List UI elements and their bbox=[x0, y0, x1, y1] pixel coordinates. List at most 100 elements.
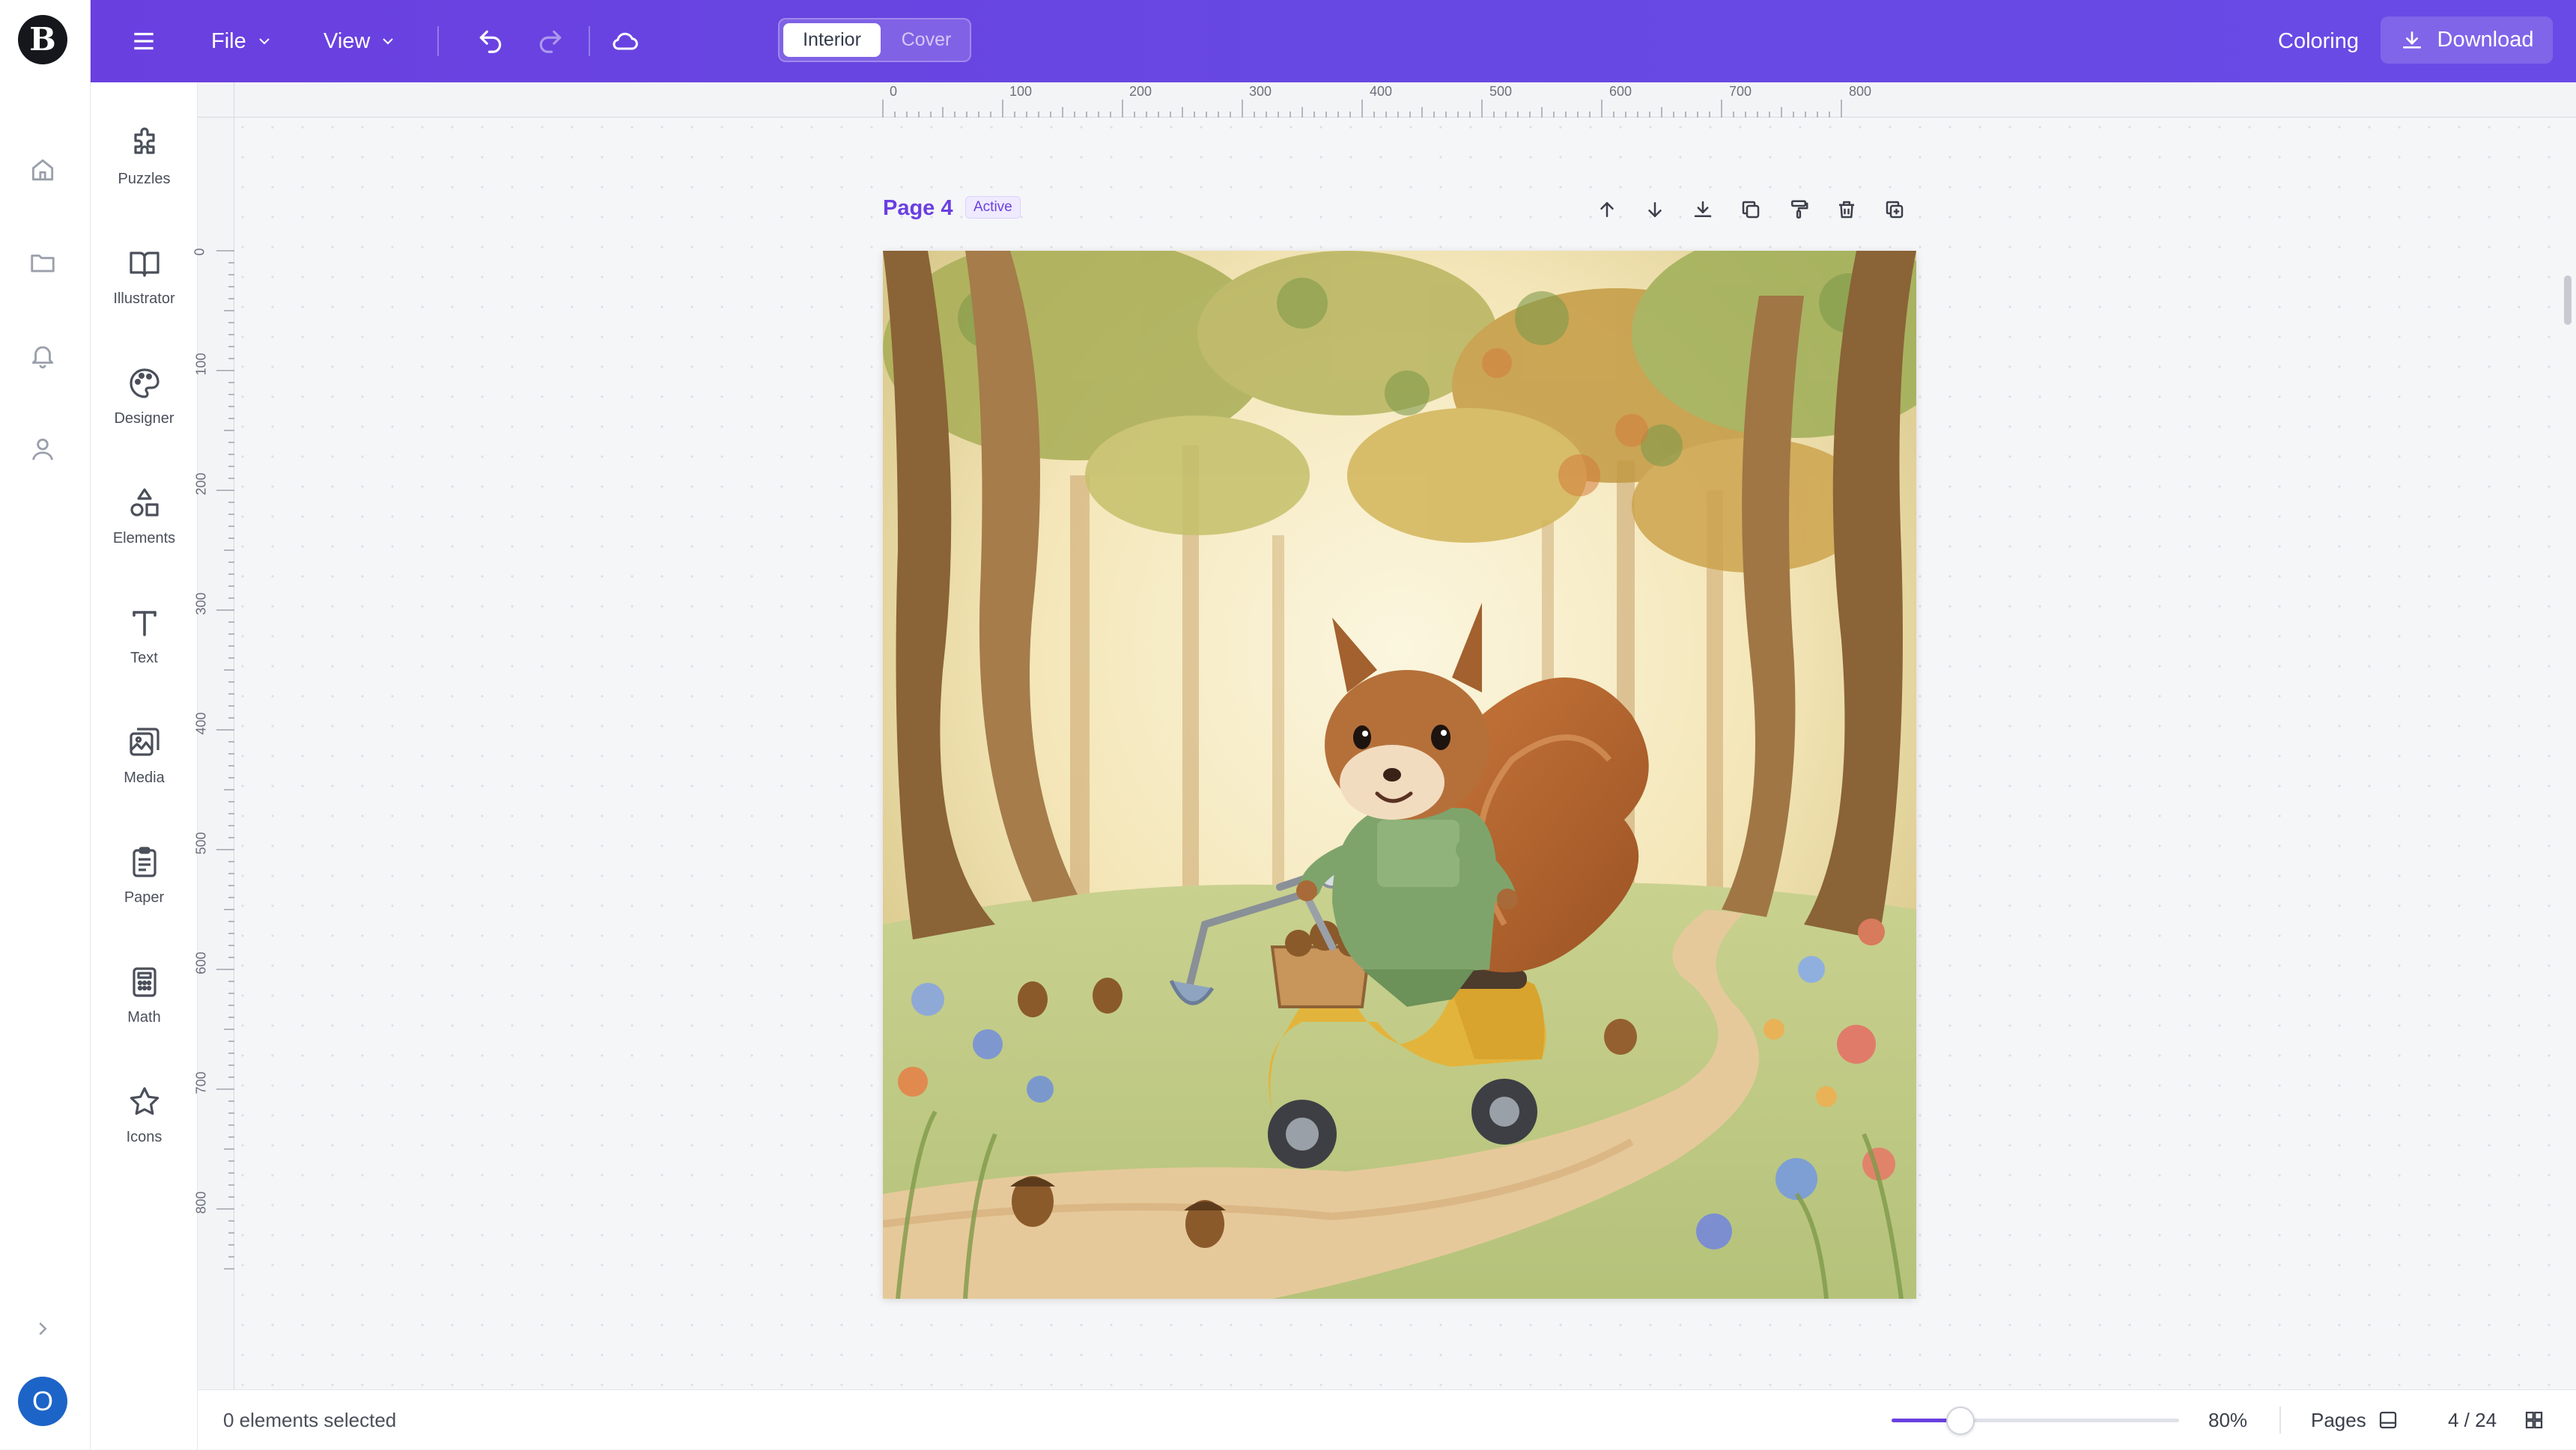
ruler-label: 600 bbox=[1609, 84, 1632, 99]
tool-media-label: Media bbox=[124, 769, 165, 786]
image-gallery-icon bbox=[127, 725, 162, 761]
user-icon bbox=[28, 435, 57, 463]
download-page-button[interactable] bbox=[1686, 193, 1719, 226]
pages-panel-button[interactable]: Pages bbox=[2311, 1390, 2399, 1450]
tool-paper-label: Paper bbox=[124, 889, 165, 906]
squirrel-scooter-illustration[interactable] bbox=[883, 251, 1916, 1299]
cloud-save-button[interactable] bbox=[607, 0, 644, 82]
view-menu[interactable]: View bbox=[323, 0, 397, 82]
clipboard-icon bbox=[127, 844, 162, 880]
ruler-label: 0 bbox=[192, 248, 207, 256]
page-canvas[interactable] bbox=[883, 251, 1916, 1299]
ruler-label: 700 bbox=[193, 1071, 209, 1094]
arrow-down-icon bbox=[1644, 198, 1666, 221]
trash-icon bbox=[1835, 198, 1858, 221]
file-menu-label: File bbox=[211, 28, 246, 53]
redo-icon bbox=[536, 27, 565, 55]
shapes-icon bbox=[127, 485, 162, 521]
tool-text-label: Text bbox=[130, 649, 158, 666]
tab-cover[interactable]: Cover bbox=[884, 23, 968, 57]
delete-page-button[interactable] bbox=[1830, 193, 1863, 226]
tool-puzzles[interactable]: Puzzles bbox=[91, 108, 198, 205]
tool-illustrator[interactable]: Illustrator bbox=[91, 228, 198, 325]
tool-icons-label: Icons bbox=[126, 1128, 162, 1145]
page-title[interactable]: Page 4 bbox=[883, 196, 953, 221]
coloring-mode-button[interactable]: Coloring bbox=[2278, 0, 2359, 82]
download-icon bbox=[1692, 198, 1714, 221]
tool-media[interactable]: Media bbox=[91, 707, 198, 804]
undo-button[interactable] bbox=[472, 0, 509, 82]
menu-button[interactable] bbox=[125, 0, 162, 82]
rail-home-button[interactable] bbox=[24, 151, 61, 189]
tool-sidebar: Puzzles Illustrator Designer Elements Te… bbox=[91, 82, 198, 1449]
tool-icons[interactable]: Icons bbox=[91, 1066, 198, 1163]
download-label: Download bbox=[2437, 28, 2534, 52]
tool-puzzles-label: Puzzles bbox=[118, 170, 171, 187]
add-page-button[interactable] bbox=[1878, 193, 1911, 226]
download-button[interactable]: Download bbox=[2381, 16, 2553, 64]
arrow-up-icon bbox=[1596, 198, 1618, 221]
ruler-label: 400 bbox=[1370, 84, 1393, 99]
ruler-label: 400 bbox=[193, 712, 209, 735]
ruler-label: 800 bbox=[1849, 84, 1872, 99]
ruler-label: 100 bbox=[1009, 84, 1033, 99]
move-page-down-button[interactable] bbox=[1638, 193, 1671, 226]
rail-expand-button[interactable] bbox=[24, 1310, 61, 1347]
selection-count: 0 elements selected bbox=[223, 1409, 397, 1431]
app-logo[interactable]: B bbox=[18, 15, 67, 64]
zoom-slider[interactable] bbox=[1892, 1407, 2179, 1435]
ruler-corner bbox=[198, 82, 234, 118]
grid-view-button[interactable] bbox=[2518, 1404, 2551, 1437]
duplicate-page-button[interactable] bbox=[1734, 193, 1767, 226]
chevron-down-icon bbox=[379, 32, 397, 50]
cloud-icon bbox=[610, 26, 640, 56]
file-menu[interactable]: File bbox=[211, 0, 273, 82]
top-bar: File View Interior Cover Coloring Downlo… bbox=[91, 0, 2576, 82]
vertical-ruler: 0 100 200 300 400 500 600 700 800 bbox=[192, 82, 234, 1389]
tool-designer[interactable]: Designer bbox=[91, 347, 198, 445]
user-avatar[interactable]: O bbox=[18, 1377, 67, 1426]
chevron-down-icon bbox=[255, 32, 273, 50]
tool-math-label: Math bbox=[127, 1008, 161, 1026]
rail-profile-button[interactable] bbox=[24, 430, 61, 468]
ruler-label: 200 bbox=[1129, 84, 1152, 99]
tool-math[interactable]: Math bbox=[91, 946, 198, 1044]
tab-interior[interactable]: Interior bbox=[783, 23, 881, 57]
horizontal-ruler: 0 100 200 300 400 500 600 700 800 bbox=[198, 82, 2576, 118]
chevron-right-icon bbox=[31, 1318, 54, 1340]
hamburger-icon bbox=[130, 27, 158, 55]
calculator-icon bbox=[127, 964, 162, 1000]
book-open-icon bbox=[127, 246, 162, 281]
ruler-label: 500 bbox=[193, 832, 209, 855]
toolbar-divider bbox=[437, 26, 439, 56]
zoom-slider-handle[interactable] bbox=[1946, 1407, 1975, 1435]
move-page-up-button[interactable] bbox=[1591, 193, 1623, 226]
bell-icon bbox=[28, 341, 57, 370]
rail-folders-button[interactable] bbox=[24, 244, 61, 281]
tool-text[interactable]: Text bbox=[91, 587, 198, 684]
undo-icon bbox=[476, 27, 505, 55]
home-icon bbox=[28, 156, 57, 184]
app-rail: B O bbox=[0, 0, 91, 1449]
active-page-badge: Active bbox=[965, 196, 1021, 219]
tool-elements[interactable]: Elements bbox=[91, 467, 198, 564]
duplicate-icon bbox=[1740, 198, 1762, 221]
tool-paper[interactable]: Paper bbox=[91, 826, 198, 924]
text-icon bbox=[127, 605, 162, 641]
rail-notifications-button[interactable] bbox=[24, 337, 61, 374]
page-style-button[interactable] bbox=[1782, 193, 1815, 226]
ruler-label: 700 bbox=[1729, 84, 1752, 99]
pages-panel-icon bbox=[2377, 1409, 2399, 1431]
status-bar: 0 elements selected 80% Pages 4 / 24 bbox=[198, 1389, 2576, 1449]
pages-label: Pages bbox=[2311, 1408, 2366, 1431]
view-menu-label: View bbox=[323, 28, 371, 53]
redo-button[interactable] bbox=[532, 0, 569, 82]
star-icon bbox=[127, 1084, 162, 1120]
ruler-label: 600 bbox=[193, 951, 209, 975]
ruler-label: 300 bbox=[1249, 84, 1272, 99]
ruler-label: 300 bbox=[193, 592, 209, 615]
zoom-level[interactable]: 80% bbox=[2208, 1390, 2247, 1450]
paint-roller-icon bbox=[1787, 198, 1810, 221]
ruler-label: 100 bbox=[193, 353, 209, 376]
vertical-scrollbar[interactable] bbox=[2564, 275, 2572, 325]
